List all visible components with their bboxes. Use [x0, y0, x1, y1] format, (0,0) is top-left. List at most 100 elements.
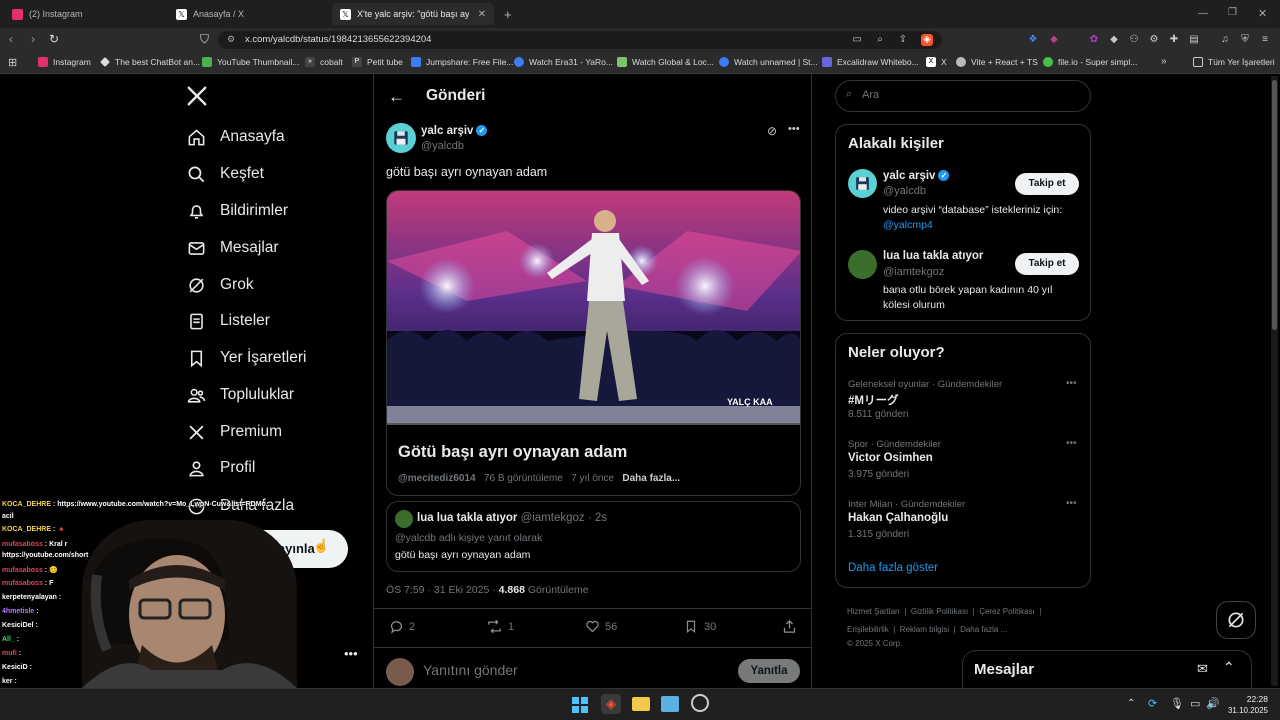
zoom-icon[interactable]: ⌕ [874, 34, 886, 46]
url-input[interactable]: ⚙ x.com/yalcdb/status/198421365562239420… [218, 31, 942, 49]
video-progress-bar[interactable] [387, 423, 800, 425]
vpn-icon[interactable]: ⛨ [1239, 34, 1251, 46]
nav-messages[interactable]: Mesajlar [186, 233, 279, 263]
bookmark-item[interactable]: Watch unnamed | St... [719, 57, 818, 67]
timestamp-text[interactable]: ÖS 7:59 · 31 Eki 2025 · [386, 584, 496, 596]
footer-link[interactable]: Reklam bilgisi [900, 625, 949, 634]
expand-icon[interactable]: ⌃ [1223, 659, 1235, 676]
display-icon[interactable]: ▭ [1190, 697, 1200, 710]
forward-icon[interactable]: › [31, 32, 35, 46]
video-thumbnail[interactable]: YALÇ KAA [387, 191, 800, 423]
new-tab-icon[interactable]: + [496, 3, 516, 25]
extension-icon[interactable]: ⚇ [1128, 34, 1140, 46]
app-icon[interactable] [661, 696, 679, 712]
reply-submit-button[interactable]: Yanıtla [738, 659, 800, 683]
x-logo-icon[interactable] [186, 85, 208, 107]
menu-icon[interactable]: ≡ [1259, 34, 1271, 46]
sync-icon[interactable]: ⟳ [1148, 697, 1157, 710]
show-more-link[interactable]: Daha fazla göster [848, 562, 938, 574]
extension-icon[interactable]: ⚙ [1148, 34, 1160, 46]
bookmark-item[interactable]: » cobalt [305, 57, 343, 67]
avatar[interactable] [395, 510, 413, 528]
volume-icon[interactable]: 🔊 [1206, 697, 1220, 710]
footer-link[interactable]: Erişilebilirlik [847, 625, 889, 634]
site-info-icon[interactable]: ⚙ [227, 34, 235, 45]
grok-button[interactable] [1216, 601, 1256, 639]
nav-profile[interactable]: Profil [186, 453, 255, 483]
back-icon[interactable]: ‹ [9, 32, 13, 46]
bookmark-item[interactable]: The best ChatBot an... [100, 57, 200, 67]
bookmark-page-icon[interactable]: ⛉ [200, 32, 209, 47]
close-icon[interactable]: ✕ [478, 9, 486, 20]
bookmark-item[interactable]: Watch Era31 - YaRo... [514, 57, 613, 67]
more-options-icon[interactable]: ••• [1066, 498, 1077, 509]
follow-button[interactable]: Takip et [1015, 173, 1079, 195]
footer-link[interactable]: Gizlilik Politikası [911, 607, 968, 616]
author-name[interactable]: yalc arşiv ✓ [421, 125, 488, 137]
file-explorer-icon[interactable] [632, 697, 650, 711]
clock-time[interactable]: 22:28 [1228, 694, 1268, 704]
bookmark-button[interactable]: 30 [684, 619, 716, 634]
nav-grok[interactable]: Grok [186, 270, 254, 300]
avatar[interactable] [848, 250, 877, 279]
nav-home[interactable]: Anasayfa [186, 122, 285, 152]
link-card[interactable]: YALÇ KAA Götü başı ayrı oynayan adam @me… [386, 190, 801, 496]
media-icon[interactable]: ♫ [1219, 34, 1231, 46]
footer-link[interactable]: Daha fazla ... [960, 625, 1007, 634]
nav-notifications[interactable]: Bildirimler [186, 196, 288, 226]
follow-button[interactable]: Takip et [1015, 253, 1079, 275]
footer-link[interactable]: Hizmet Şartları [847, 607, 900, 616]
back-arrow-icon[interactable]: ← [388, 87, 405, 107]
bookmark-item[interactable]: Excalidraw Whitebo... [822, 57, 919, 67]
obs-icon[interactable] [691, 694, 709, 712]
reload-icon[interactable]: ↻ [49, 32, 59, 46]
bookmark-item[interactable]: Instagram [38, 57, 91, 67]
extension-icon[interactable]: ❖ [1027, 34, 1039, 46]
tab-x-home[interactable]: 𝕏 Anasayfa / X [168, 3, 328, 25]
share-button[interactable] [782, 619, 797, 639]
avatar[interactable] [848, 169, 877, 198]
more-options-icon[interactable]: ••• [788, 123, 800, 135]
quote-author[interactable]: lua lua takla atıyor @iamtekgoz · 2s [417, 512, 607, 524]
person-name[interactable]: yalc arşiv ✓ [883, 170, 950, 182]
tab-x-post[interactable]: 𝕏 X'te yalc arşiv: "götü başı ayrı ✕ [332, 3, 494, 25]
reply-button[interactable]: 2 [389, 619, 415, 634]
messages-drawer[interactable]: Mesajlar ✉ ⌃ [962, 650, 1252, 688]
quoted-post[interactable]: lua lua takla atıyor @iamtekgoz · 2s @ya… [386, 501, 801, 572]
bookmark-item[interactable]: Jumpshare: Free File... [411, 57, 513, 67]
share-icon[interactable]: ⇪ [897, 34, 909, 46]
trend-item[interactable]: Inter Milan · Gündemdekiler Hakan Çalhan… [836, 494, 1090, 550]
bio-link[interactable]: @yalcmp4 [883, 219, 933, 231]
more-options-icon[interactable]: ••• [1066, 438, 1077, 449]
bookmark-item[interactable]: file.io - Super simpl... [1043, 57, 1137, 67]
like-button[interactable]: 56 [585, 619, 617, 634]
brave-icon[interactable]: ◈ [601, 694, 621, 714]
extensions-puzzle-icon[interactable]: ✚ [1168, 34, 1180, 46]
trend-item[interactable]: Spor · Gündemdekiler Victor Osimhen 3.97… [836, 434, 1090, 490]
bookmark-item[interactable]: P Petit tube [352, 57, 403, 67]
extension-icon[interactable]: ✿ [1088, 34, 1100, 46]
tab-instagram[interactable]: (2) Instagram [4, 3, 164, 25]
bookmark-item[interactable]: Vite + React + TS [956, 57, 1038, 67]
more-bookmarks-icon[interactable]: » [1161, 56, 1167, 67]
reply-input[interactable]: Yanıtını gönder [423, 662, 518, 678]
windows-start-icon[interactable] [572, 697, 588, 713]
extension-icon[interactable]: ◆ [1108, 34, 1120, 46]
extension-icon[interactable]: ◆ [1048, 34, 1060, 46]
scrollbar-thumb[interactable] [1272, 80, 1277, 330]
nav-communities[interactable]: Topluluklar [186, 380, 294, 410]
footer-link[interactable]: Çerez Politikası [979, 607, 1035, 616]
minimize-icon[interactable]: — [1198, 8, 1208, 19]
apps-grid-icon[interactable]: ⊞ [8, 56, 17, 69]
page-scrollbar[interactable] [1271, 76, 1278, 686]
new-message-icon[interactable]: ✉ [1197, 661, 1208, 677]
nav-explore[interactable]: Keşfet [186, 159, 264, 189]
person-name[interactable]: lua lua takla atıyor [883, 250, 983, 262]
sidebar-icon[interactable]: ▤ [1188, 34, 1200, 46]
bookmark-item[interactable]: Watch Global & Loc... [617, 57, 714, 67]
nav-lists[interactable]: Listeler [186, 306, 270, 336]
nav-premium[interactable]: Premium [186, 417, 282, 447]
grok-explain-icon[interactable]: ⊘ [767, 124, 777, 138]
clock-date[interactable]: 31.10.2025 [1220, 706, 1268, 715]
all-bookmarks-folder[interactable]: Tüm Yer İşaretleri [1193, 57, 1275, 67]
